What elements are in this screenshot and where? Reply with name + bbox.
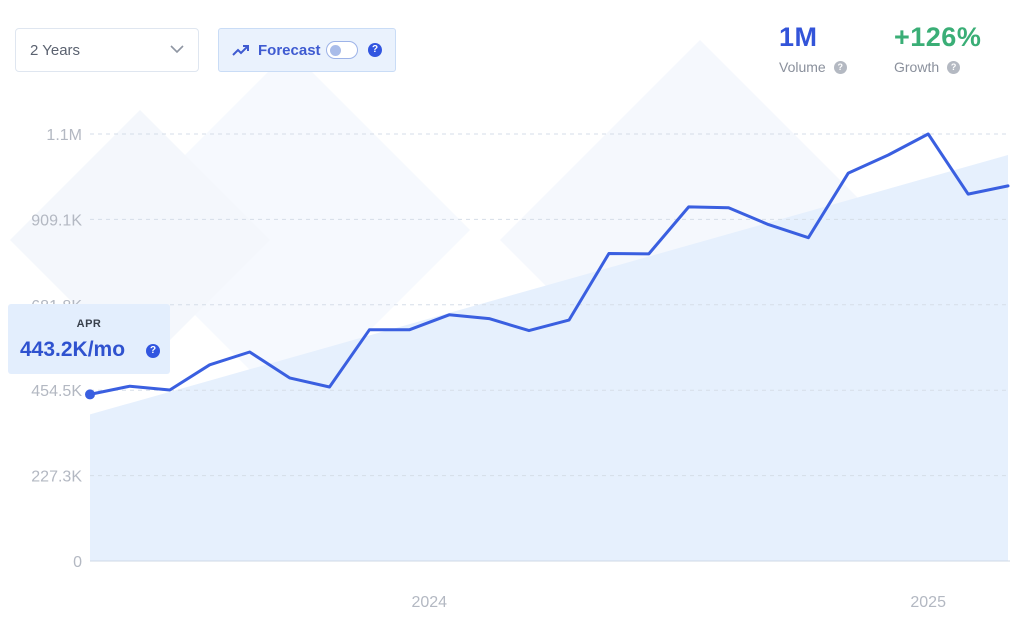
chart-tooltip: APR 443.2K/mo ? <box>8 304 170 374</box>
data-point <box>327 385 331 389</box>
range-selected-value: 2 Years <box>30 42 81 59</box>
data-point <box>487 317 491 321</box>
chevron-down-icon <box>170 45 184 54</box>
volume-value: 1M <box>779 22 818 52</box>
forecast-toggle[interactable] <box>326 41 358 59</box>
range-dropdown[interactable]: 2 Years <box>15 28 199 72</box>
data-point <box>248 350 252 354</box>
data-point <box>886 153 890 157</box>
tooltip-month: APR <box>76 318 102 330</box>
help-icon[interactable]: ? <box>833 60 847 74</box>
data-point <box>647 252 651 256</box>
data-point <box>367 328 371 332</box>
x-tick-label: 2024 <box>411 594 447 611</box>
data-point <box>208 363 212 367</box>
data-point <box>1006 184 1010 188</box>
y-tick-label: 0 <box>73 554 82 571</box>
forecast-control: Forecast ? <box>218 28 396 72</box>
data-point <box>806 236 810 240</box>
x-tick-label: 2025 <box>910 594 946 611</box>
y-tick-label: 227.3K <box>31 469 82 486</box>
data-point <box>687 205 691 209</box>
data-point <box>607 252 611 256</box>
forecast-label: Forecast <box>258 42 321 59</box>
tooltip-value: 443.2K/mo <box>20 338 126 361</box>
y-tick-label: 909.1K <box>31 212 82 229</box>
y-tick-label: 454.5K <box>31 383 82 400</box>
data-point <box>407 328 411 332</box>
data-point <box>846 171 850 175</box>
volume-stat: 1M Volume? <box>779 22 847 75</box>
data-point <box>767 223 771 227</box>
growth-stat: +126% Growth? <box>894 22 981 75</box>
highlighted-point <box>85 389 95 400</box>
data-point <box>966 192 970 196</box>
data-point <box>567 318 571 322</box>
growth-value: +126% <box>894 22 982 52</box>
y-tick-label: 1.1M <box>46 127 82 144</box>
help-icon[interactable]: ? <box>947 60 961 74</box>
data-point <box>926 132 930 136</box>
data-point <box>527 329 531 333</box>
help-icon[interactable]: ? <box>146 344 160 358</box>
volume-label: Volume <box>779 59 826 75</box>
toggle-knob <box>330 44 341 56</box>
data-point <box>288 376 292 380</box>
data-point <box>447 313 451 317</box>
data-point <box>727 206 731 210</box>
growth-label: Growth <box>894 59 940 75</box>
data-point <box>128 384 132 388</box>
data-point <box>168 388 172 392</box>
help-icon[interactable]: ? <box>368 43 382 57</box>
trending-up-icon <box>232 45 249 56</box>
